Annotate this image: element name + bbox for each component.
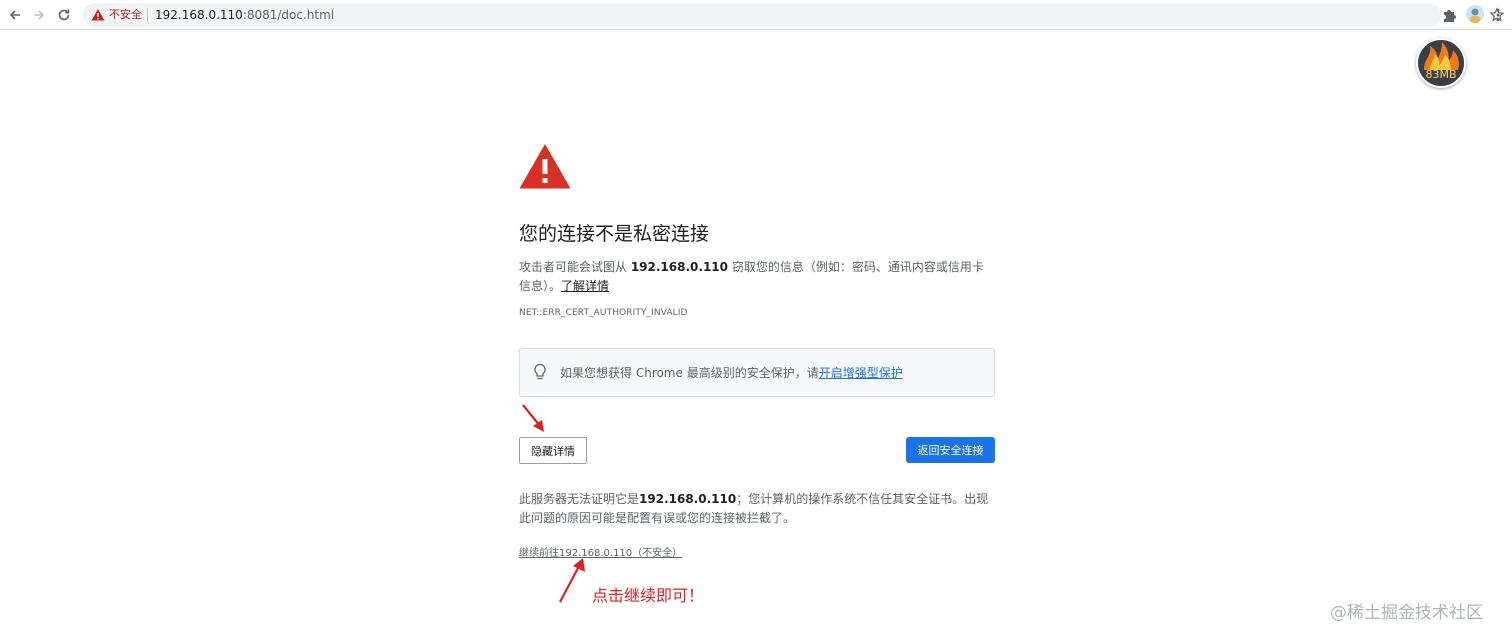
warning-triangle-icon[interactable] (91, 8, 105, 22)
url-text[interactable]: 192.168.0.110:8081/doc.html (155, 7, 334, 23)
avatar[interactable] (1466, 5, 1484, 23)
vertical-dots-icon[interactable] (1494, 7, 1502, 23)
details-paragraph: 此服务器无法证明它是192.168.0.110；您计算机的操作系统不信任其安全证… (519, 490, 989, 528)
error-code: NET::ERR_CERT_AUTHORITY_INVALID (519, 308, 688, 318)
promo-text-body: 如果您想获得 Chrome 最高级别的安全保护，请 (560, 366, 819, 380)
annotation-arrow-icon (522, 404, 544, 432)
browser-toolbar: 不安全 192.168.0.110:8081/doc.html (0, 0, 1512, 30)
back-button[interactable] (4, 4, 26, 26)
puzzle-icon[interactable] (1441, 6, 1459, 24)
details-text: 此服务器无法证明它是 (519, 492, 640, 506)
url-host: 192.168.0.110 (155, 8, 243, 22)
proceed-unsafe-link[interactable]: 继续前往192.168.0.110（不安全） (519, 547, 682, 560)
promo-text: 如果您想获得 Chrome 最高级别的安全保护，请开启增强型保护 (560, 365, 903, 381)
reload-button[interactable] (53, 4, 75, 26)
enable-enhanced-protection-link[interactable]: 开启增强型保护 (819, 366, 903, 380)
forward-arrow-icon (34, 10, 45, 20)
security-status-label[interactable]: 不安全 (109, 8, 142, 22)
learn-more-link[interactable]: 了解详情 (561, 279, 609, 293)
address-bar[interactable]: 不安全 192.168.0.110:8081/doc.html (83, 3, 1505, 27)
watermark: @稀土掘金技术社区 (1330, 603, 1483, 623)
reload-icon (58, 9, 70, 21)
memory-usage-badge[interactable]: 83MB (1416, 38, 1466, 88)
enhanced-protection-promo: 如果您想获得 Chrome 最高级别的安全保护，请开启增强型保护 (519, 348, 995, 397)
annotation-arrow-icon (559, 558, 585, 603)
intro-paragraph: 攻击者可能会试图从 192.168.0.110 窃取您的信息（例如：密码、通讯内… (519, 258, 989, 296)
page-title: 您的连接不是私密连接 (519, 223, 710, 245)
intro-host: 192.168.0.110 (630, 260, 728, 274)
hide-details-button[interactable]: 隐藏详情 (519, 437, 587, 464)
intro-text: 攻击者可能会试图从 (519, 260, 631, 274)
details-host: 192.168.0.110 (639, 492, 737, 506)
back-arrow-icon (9, 10, 20, 20)
forward-button[interactable] (28, 4, 50, 26)
url-path: :8081/doc.html (242, 8, 335, 22)
divider (147, 8, 148, 22)
back-to-safety-button[interactable]: 返回安全连接 (906, 437, 995, 463)
annotation-text: 点击继续即可！ (592, 586, 705, 605)
warning-triangle-icon (519, 144, 571, 189)
memory-usage-text: 83MB (1425, 68, 1457, 81)
lightbulb-icon (534, 363, 546, 380)
profile-avatar-icon (1466, 5, 1484, 23)
